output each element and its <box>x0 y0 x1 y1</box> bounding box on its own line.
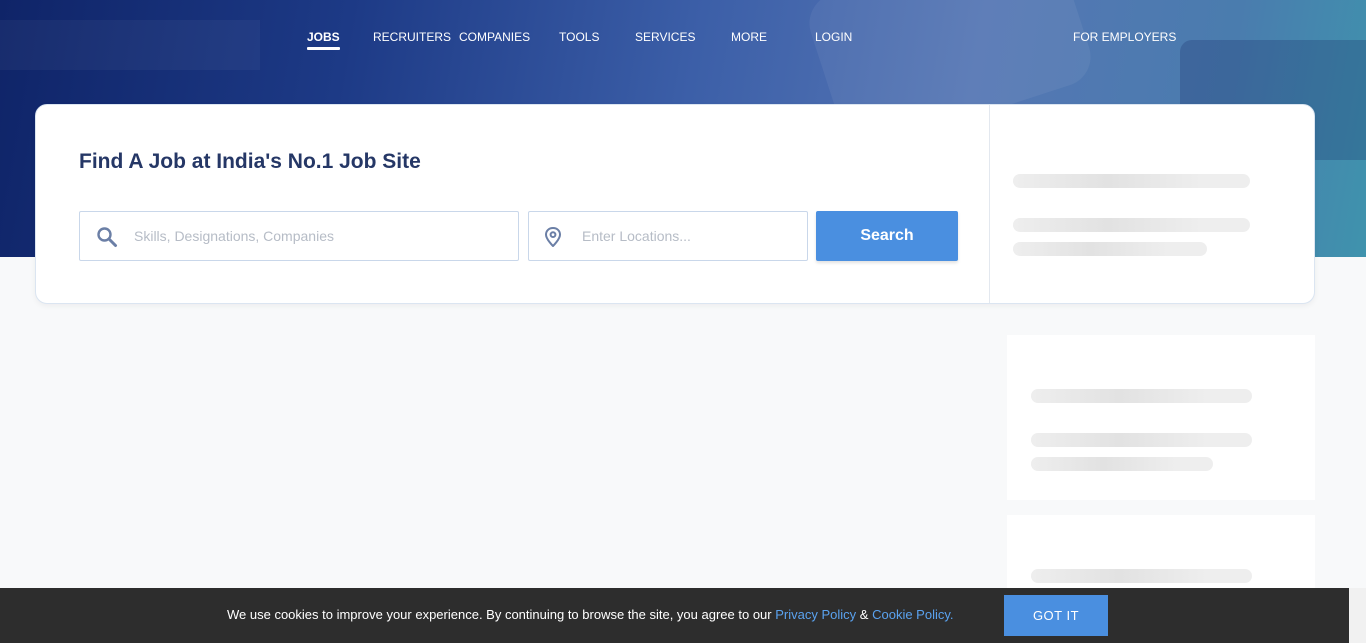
loading-placeholder <box>1013 218 1250 232</box>
nav-companies[interactable]: COMPANIES <box>459 30 530 44</box>
keyword-field <box>79 211 519 261</box>
loading-placeholder <box>1013 174 1250 188</box>
page-title: Find A Job at India's No.1 Job Site <box>79 150 421 173</box>
loading-placeholder <box>1031 569 1252 583</box>
job-search-card: Find A Job at India's No.1 Job Site Sear… <box>35 104 1315 304</box>
got-it-button[interactable]: GOT IT <box>1004 595 1108 636</box>
top-navigation: JOBS RECRUITERS COMPANIES TOOLS SERVICES… <box>0 0 1366 70</box>
nav-login[interactable]: LOGIN <box>815 30 852 44</box>
nav-services[interactable]: SERVICES <box>635 30 695 44</box>
scrollbar-track[interactable] <box>1349 588 1366 643</box>
search-icon <box>96 226 118 253</box>
cookie-policy-link[interactable]: Cookie Policy. <box>872 607 953 622</box>
nav-for-employers[interactable]: FOR EMPLOYERS <box>1073 30 1176 44</box>
card-divider <box>989 105 990 303</box>
loading-placeholder <box>1031 457 1213 471</box>
search-button[interactable]: Search <box>816 211 958 261</box>
cookie-separator: & <box>859 607 869 622</box>
location-input[interactable] <box>582 212 797 260</box>
location-field <box>528 211 808 261</box>
cookie-banner: We use cookies to improve your experienc… <box>0 588 1349 643</box>
cookie-text: We use cookies to improve your experienc… <box>227 607 772 622</box>
nav-tools[interactable]: TOOLS <box>559 30 599 44</box>
nav-jobs[interactable]: JOBS <box>307 30 340 50</box>
location-pin-icon <box>544 226 562 252</box>
privacy-policy-link[interactable]: Privacy Policy <box>775 607 856 622</box>
keyword-search-input[interactable] <box>134 212 504 260</box>
nav-more[interactable]: MORE <box>731 30 767 44</box>
loading-placeholder <box>1013 242 1207 256</box>
cookie-message: We use cookies to improve your experienc… <box>227 607 954 622</box>
sidebar-widget <box>1007 335 1315 500</box>
nav-recruiters[interactable]: RECRUITERS <box>373 30 451 44</box>
loading-placeholder <box>1031 389 1252 403</box>
loading-placeholder <box>1031 433 1252 447</box>
